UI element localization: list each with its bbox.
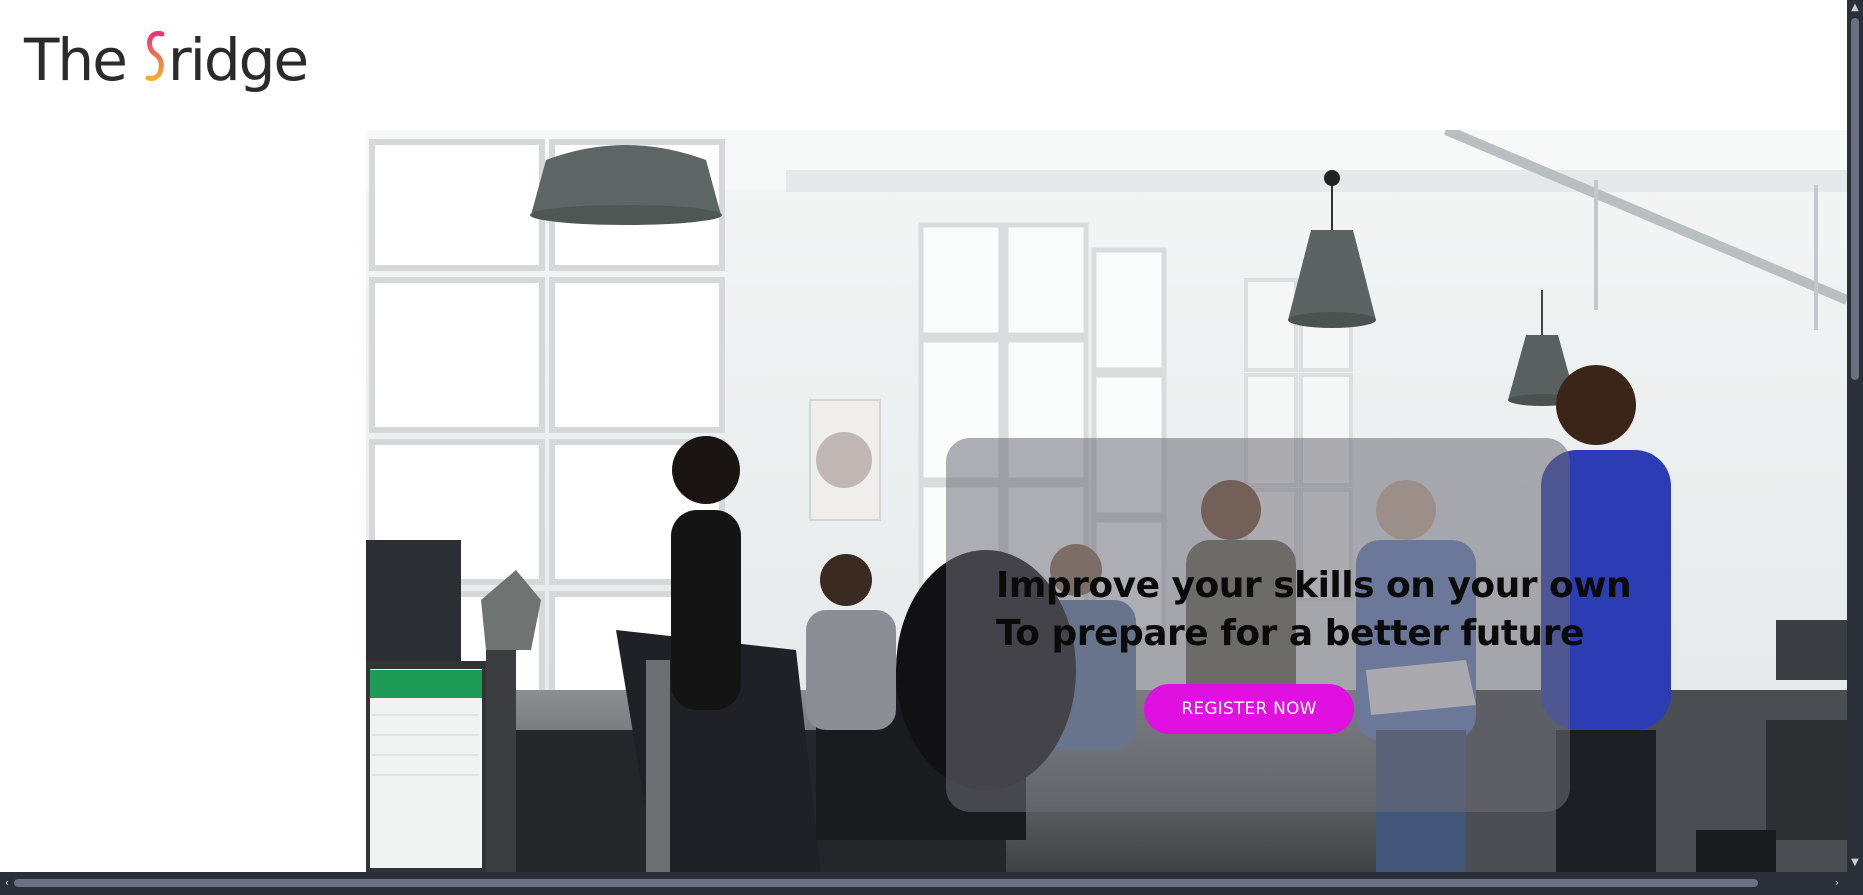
- hero-headline-line-1: Improve your skills on your own: [996, 565, 1632, 606]
- scroll-up-arrow-icon[interactable]: ▲: [1850, 3, 1860, 13]
- hero-section: Improve your skills on your own To prepa…: [366, 130, 1847, 872]
- hero-headline-line-2: To prepare for a better future: [996, 613, 1584, 654]
- page-viewport: The ridge Improve your skills on your ow…: [0, 0, 1847, 872]
- site-logo[interactable]: The ridge: [24, 24, 309, 104]
- hero-headline: Improve your skills on your own To prepa…: [996, 562, 1632, 658]
- vertical-scrollbar-thumb[interactable]: [1851, 18, 1859, 380]
- scroll-down-arrow-icon[interactable]: ▼: [1850, 858, 1860, 868]
- horizontal-scrollbar-thumb[interactable]: [14, 879, 1758, 887]
- hero-cta-card: Improve your skills on your own To prepa…: [946, 438, 1632, 812]
- register-now-button[interactable]: REGISTER NOW: [1144, 684, 1354, 734]
- logo-word-ridge: ridge: [167, 26, 309, 94]
- horizontal-scrollbar[interactable]: ‹ ›: [0, 872, 1863, 895]
- logo-word-the: The: [24, 26, 128, 94]
- stylized-b-icon: [144, 28, 166, 84]
- scroll-right-arrow-icon[interactable]: ›: [1832, 877, 1842, 889]
- vertical-scrollbar[interactable]: ▲ ▼: [1847, 0, 1863, 872]
- scroll-left-arrow-icon[interactable]: ‹: [2, 877, 12, 889]
